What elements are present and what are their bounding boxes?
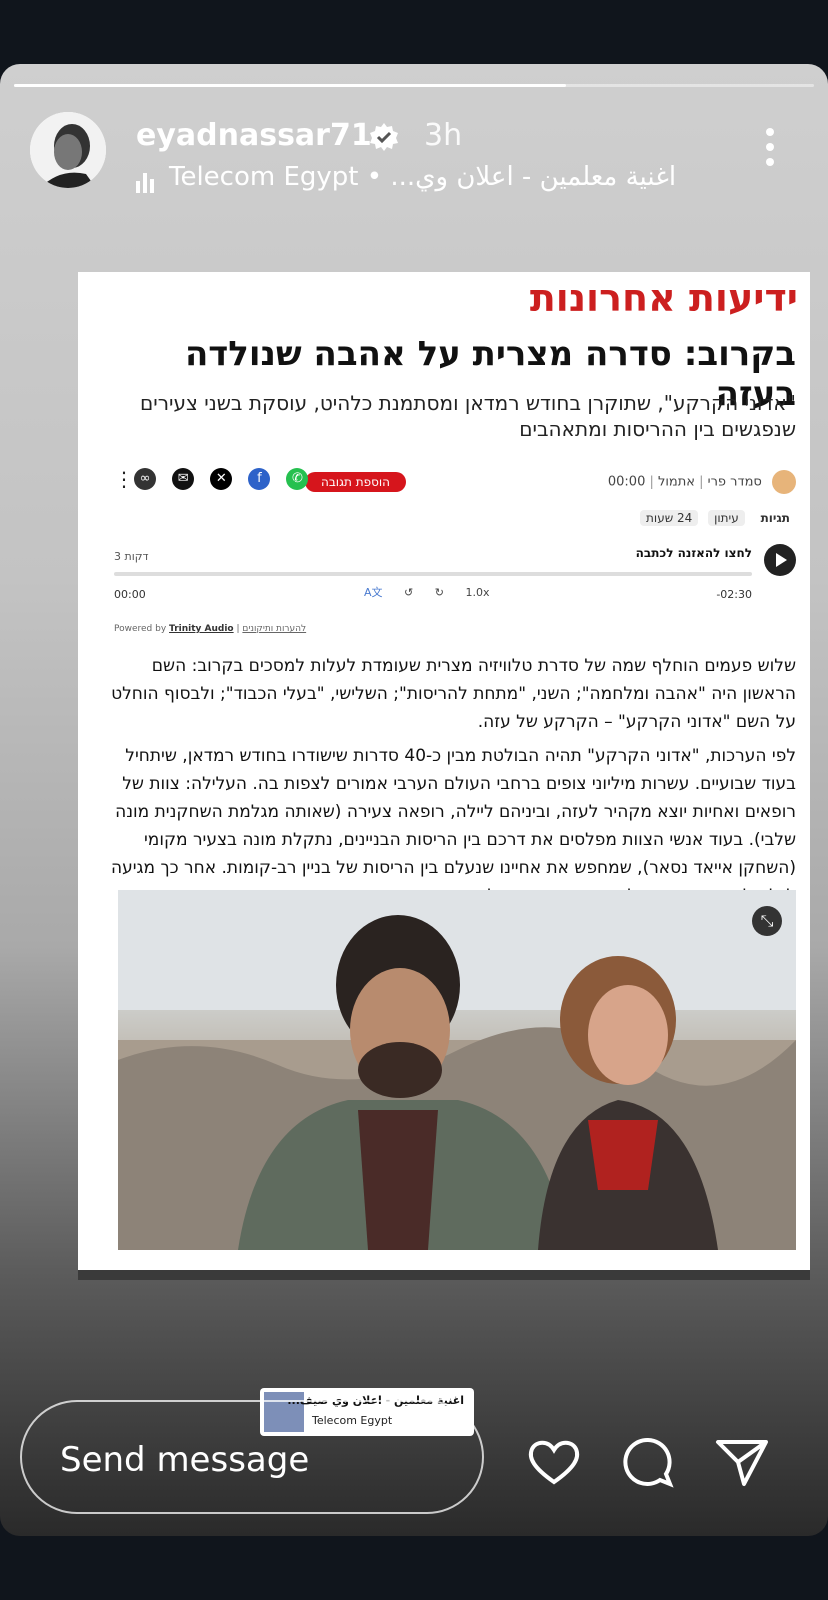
audio-bars-icon bbox=[136, 163, 157, 193]
more-options-icon[interactable] bbox=[766, 128, 776, 173]
share-bar: סמדר פרי | אתמול | 00:00 הוספת תגובה ⋮ ∞… bbox=[114, 468, 796, 498]
audio-start-time: 00:00 bbox=[114, 588, 146, 601]
powered-by-label: Powered by bbox=[114, 624, 167, 634]
article-screenshot: ידיעות אחרונות בקרוב: סדרה מצרית על אהבה… bbox=[78, 272, 810, 1272]
heart-icon[interactable] bbox=[524, 1432, 584, 1492]
menu-dots-icon: ⋮ bbox=[114, 467, 134, 491]
verified-badge-icon bbox=[370, 123, 398, 151]
audio-end-time: -02:30 bbox=[716, 588, 752, 601]
author-name: סמדר פרי bbox=[707, 474, 762, 490]
article-time: 00:00 bbox=[607, 474, 646, 490]
article-subheadline: "אדוני הקרקע", שתוקרן בחודש רמדאן ומסתמנ… bbox=[140, 391, 796, 441]
play-icon bbox=[764, 544, 796, 576]
audio-player: לחצו להאזנה לכתבה 3 דקות 00:00 A文 ↺ ↻ 1.… bbox=[114, 544, 796, 614]
article-photo: ⤡ bbox=[118, 890, 796, 1250]
story-progress-fill bbox=[14, 84, 566, 87]
tag: 24 שעות bbox=[640, 510, 699, 526]
tag: תגיות bbox=[760, 511, 790, 525]
article-paragraph: שלוש פעמים הוחלף שמה של סדרת טלוויזיה מצ… bbox=[111, 656, 796, 732]
link-icon: ∞ bbox=[134, 468, 157, 490]
article-date: אתמול bbox=[658, 474, 695, 490]
forward-icon: ↻ bbox=[434, 586, 444, 599]
publication-logo: ידיעות אחרונות bbox=[529, 276, 798, 320]
translate-icon: A文 bbox=[364, 586, 383, 599]
audio-controls: A文 ↺ ↻ 1.0x bbox=[364, 584, 507, 600]
audio-provider: Trinity Audio bbox=[169, 624, 234, 634]
username[interactable]: eyadnassar71 bbox=[136, 118, 372, 153]
share-icon[interactable] bbox=[712, 1432, 772, 1492]
powered-by-line: Powered by Trinity Audio | להערות ותיקונ… bbox=[114, 624, 307, 634]
tag: עיתון bbox=[708, 510, 745, 526]
comment-icon[interactable] bbox=[618, 1432, 678, 1492]
share-icons: ⋮ ∞ ✉ ✕ f ✆ bbox=[114, 468, 319, 490]
rewind-icon: ↺ bbox=[404, 586, 414, 599]
facebook-icon: f bbox=[248, 468, 271, 490]
add-comment-button: הוספת תגובה bbox=[305, 472, 406, 492]
author-avatar bbox=[772, 470, 796, 494]
avatar[interactable] bbox=[30, 112, 106, 188]
feedback-link: להערות ותיקונים bbox=[242, 624, 307, 634]
story-header: eyadnassar71 3h Telecom Egypt • ...اغنية… bbox=[0, 104, 828, 194]
story-progress-bar bbox=[14, 84, 814, 87]
speed-label: 1.0x bbox=[465, 586, 490, 599]
music-attribution[interactable]: Telecom Egypt • ...اغنية معلمين - اعلان … bbox=[136, 162, 676, 193]
story-frame[interactable]: eyadnassar71 3h Telecom Egypt • ...اغنية… bbox=[0, 64, 828, 1536]
audio-track bbox=[114, 572, 752, 576]
listen-label: לחצו להאזנה לכתבה bbox=[635, 546, 752, 560]
send-message-placeholder: Send message bbox=[60, 1440, 310, 1480]
post-time: 3h bbox=[424, 118, 463, 153]
expand-icon: ⤡ bbox=[752, 906, 782, 936]
article-bottom-strip bbox=[78, 1270, 810, 1280]
send-message-input[interactable]: Send message bbox=[20, 1400, 484, 1514]
music-text: Telecom Egypt • ...اغنية معلمين - اعلان … bbox=[169, 162, 677, 192]
mail-icon: ✉ bbox=[172, 468, 195, 490]
tags-row: תגיות עיתון 24 שעות bbox=[634, 510, 796, 526]
photo-illustration bbox=[118, 890, 796, 1250]
author-line: סמדר פרי | אתמול | 00:00 bbox=[608, 470, 796, 494]
audio-duration: 3 דקות bbox=[114, 550, 149, 563]
article-paragraph: לפי הערכות, "אדוני הקרקע" תהיה הבולטת מב… bbox=[111, 746, 796, 906]
x-icon: ✕ bbox=[210, 468, 233, 490]
whatsapp-icon: ✆ bbox=[286, 468, 309, 490]
